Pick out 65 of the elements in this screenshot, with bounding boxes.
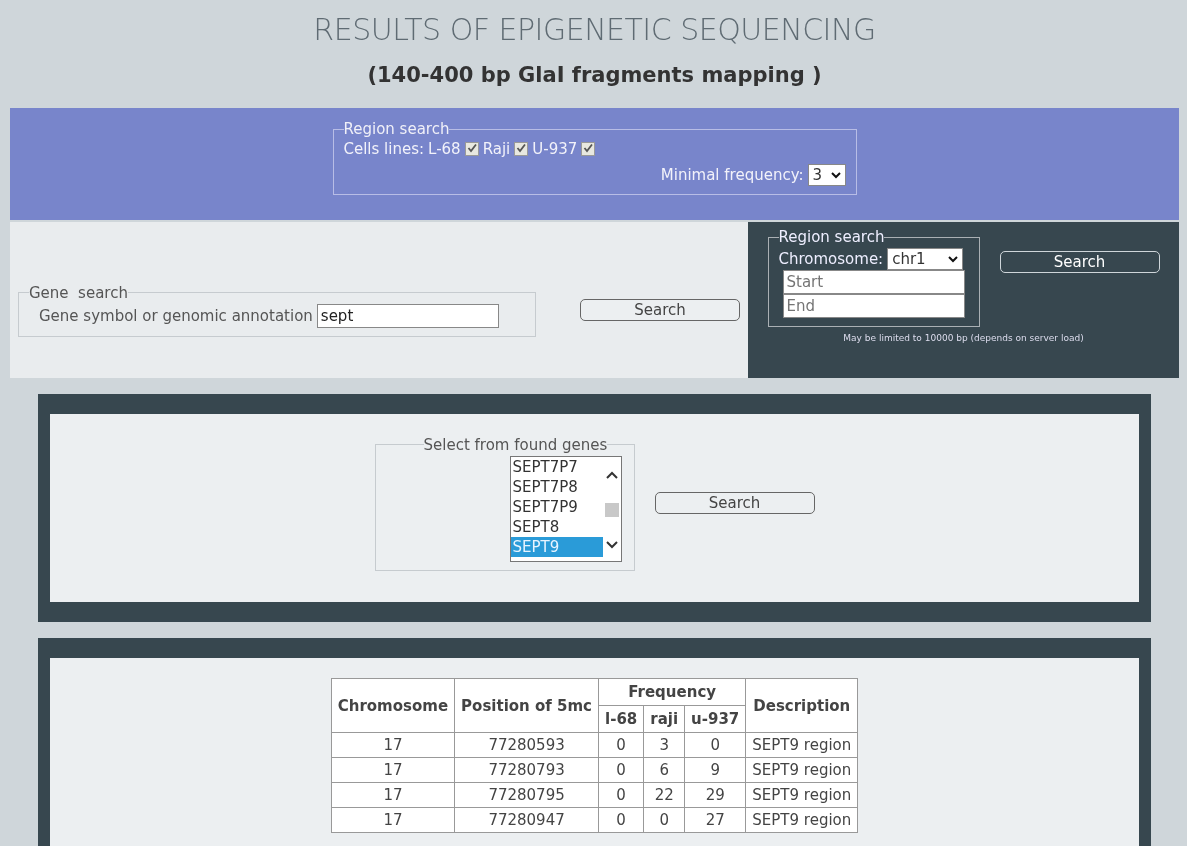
chromosome-select[interactable]: chr1 [887,248,964,270]
gene-option[interactable]: SEPT7P8 [510,476,603,497]
scroll-up-icon[interactable] [605,470,618,479]
checkbox[interactable] [514,142,529,156]
search-button[interactable]: Search [654,492,815,514]
scrollbar-thumb[interactable] [604,502,619,517]
cells-label: Cells lines: [343,140,425,158]
cell-line-label: Raji [482,140,511,158]
gene-option[interactable]: SEPT8 [510,516,603,537]
cell-line-label: L-68 [428,140,461,158]
table-cell: SEPT9 region [745,757,858,783]
column-header: Position of 5mc [454,678,599,733]
search-button[interactable]: Search [580,299,740,321]
search-button[interactable]: Search [999,250,1160,273]
fieldset-legend: Select from found genes [423,435,608,454]
table-cell: 77280947 [454,807,599,833]
column-header: l-68 [598,705,644,733]
chevron-icon [948,255,959,263]
table-cell: 0 [598,757,644,783]
column-header: Chromosome [331,678,455,733]
column-header: Frequency [598,678,746,706]
column-header: raji [643,705,685,733]
chevron-icon [830,171,841,179]
table-cell: 0 [684,732,746,758]
frequency-label: Minimal frequency: [660,166,804,184]
checkbox[interactable] [581,142,596,156]
table-cell: 0 [598,782,644,808]
scroll-down-icon[interactable] [605,540,618,549]
fieldset-legend: Gene search [29,283,128,302]
page-subtitle: (140-400 bp GlaI fragments mapping ) [367,63,822,87]
page-title: RESULTS OF EPIGENETIC SEQUENCING [313,12,876,47]
fieldset-legend: Region search [343,120,450,138]
gene-listbox[interactable]: SEPT7P7 SEPT7P8 SEPT7P9 SEPT8 SEPT9 [509,455,622,562]
fieldset-legend: Region search [778,228,885,246]
end-input-field[interactable]: End [782,294,965,318]
table-cell: 77280795 [454,782,599,808]
table-cell: SEPT9 region [745,807,858,833]
table-cell: 29 [684,782,746,808]
cell-line-label: U-937 [532,140,578,158]
table-cell: 0 [598,807,644,833]
limit-note: May be limited to 10000 bp (depends on server load) [843,333,1084,343]
table-cell: 3 [643,732,685,758]
gene-input-field[interactable]: sept [316,303,499,328]
table-cell: 17 [331,782,455,808]
table-cell: SEPT9 region [745,782,858,808]
table-cell: SEPT9 region [745,732,858,758]
chromosome-label: Chromosome: [778,250,884,268]
table-cell: 0 [643,807,685,833]
gene-option[interactable]: SEPT7P7 [510,456,603,477]
table-cell: 6 [643,757,685,783]
table-cell: 22 [643,782,685,808]
column-header: Description [745,678,858,733]
table-cell: 0 [598,732,644,758]
table-cell: 77280593 [454,732,599,758]
table-cell: 77280793 [454,757,599,783]
frequency-select[interactable]: 3 [807,164,846,186]
start-input-field[interactable]: Start [782,270,965,294]
table-cell: 9 [684,757,746,783]
table-cell: 27 [684,807,746,833]
gene-option[interactable]: SEPT7P9 [510,496,603,517]
checkbox[interactable] [464,142,479,156]
table-cell: 17 [331,757,455,783]
table-cell: 17 [331,807,455,833]
table-cell: 17 [331,732,455,758]
gene-label: Gene symbol or genomic annotation [39,306,313,325]
